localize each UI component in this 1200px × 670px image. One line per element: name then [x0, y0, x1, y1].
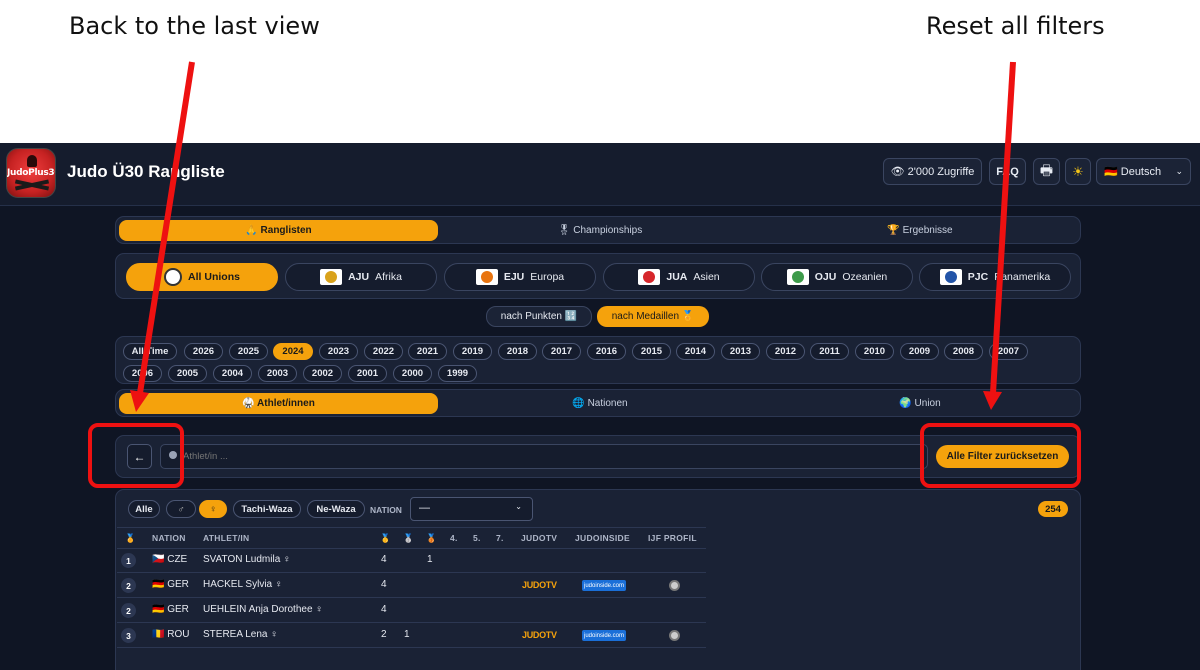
arrow-reset-line	[990, 61, 1016, 394]
arrow-back-head	[130, 390, 149, 412]
arrow-reset-head	[983, 391, 1002, 410]
annotation-arrows	[130, 61, 1016, 412]
arrow-back-line	[137, 61, 195, 394]
